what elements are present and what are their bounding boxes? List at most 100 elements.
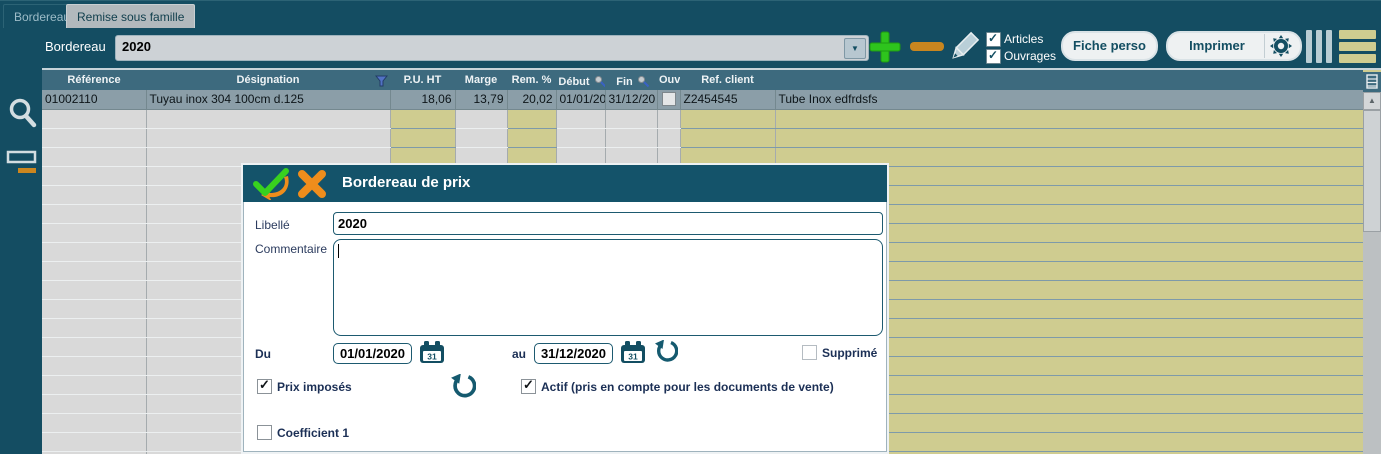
col-header-fin[interactable]: Fin xyxy=(605,70,657,90)
cell-reference[interactable]: 01002110 xyxy=(42,90,146,109)
dialog-header[interactable]: Bordereau de prix xyxy=(243,165,887,202)
cell-reference xyxy=(42,166,146,185)
panel-minimize-button[interactable] xyxy=(6,150,38,176)
tab-bar: Bordereau Remise sous famille xyxy=(0,0,1381,29)
filter-icon[interactable] xyxy=(375,75,388,88)
edit-button[interactable] xyxy=(946,29,982,65)
cell-reference xyxy=(42,413,146,432)
reset-prix-button[interactable] xyxy=(450,374,476,400)
prix-imposes-checkbox[interactable] xyxy=(257,379,272,394)
validate-button[interactable] xyxy=(253,168,290,200)
cell-ref_client xyxy=(680,109,775,128)
cell-designation xyxy=(146,109,390,128)
du-label: Du xyxy=(255,347,271,361)
bordereau-select[interactable]: 2020 ▼ xyxy=(115,35,869,61)
articles-checkbox[interactable] xyxy=(986,32,1001,47)
cell-reference xyxy=(42,223,146,242)
cell-ouv[interactable] xyxy=(657,90,680,109)
reset-icon xyxy=(450,374,476,400)
cell-marge[interactable]: 13,79 xyxy=(455,90,507,109)
scroll-up-button[interactable]: ▲ xyxy=(1363,92,1381,110)
cell-fin[interactable]: 31/12/20 xyxy=(605,90,657,109)
supprime-checkbox[interactable] xyxy=(802,345,817,360)
col-header-designation[interactable]: Désignation xyxy=(146,70,390,90)
vertical-scrollbar[interactable]: ▲ xyxy=(1363,92,1381,454)
col-header-reference[interactable]: Référence xyxy=(42,70,146,90)
search-pin-icon[interactable] xyxy=(637,75,650,88)
ouvrages-label: Ouvrages xyxy=(1004,49,1056,63)
cell-debut[interactable]: 01/01/20 xyxy=(556,90,605,109)
cell-reference xyxy=(42,356,146,375)
col-header-ouv[interactable]: Ouv. xyxy=(657,70,680,90)
cell-reference xyxy=(42,337,146,356)
cell-fin xyxy=(605,128,657,147)
du-date-input[interactable] xyxy=(333,343,412,364)
au-date-input[interactable] xyxy=(534,343,613,364)
cell-ref_client xyxy=(680,128,775,147)
cell-reference xyxy=(42,204,146,223)
du-calendar-button[interactable]: 31 xyxy=(420,341,444,364)
col-header-debut[interactable]: Début xyxy=(556,70,605,90)
col-header-pu_ht[interactable]: P.U. HT xyxy=(390,70,455,90)
cell-reference xyxy=(42,185,146,204)
imprimer-button[interactable]: Imprimer xyxy=(1166,31,1302,61)
libelle-input[interactable] xyxy=(333,212,883,235)
svg-text:31: 31 xyxy=(628,352,638,362)
application-window: Bordereau Remise sous famille Bordereau … xyxy=(0,0,1381,454)
col-header-ref_client[interactable]: Ref. client xyxy=(680,70,775,90)
selected-table-row: 01002110Tuyau inox 304 100cm d.12518,061… xyxy=(42,90,1363,109)
scrollbar-thumb[interactable] xyxy=(1363,110,1381,232)
search-pin-icon[interactable] xyxy=(594,75,605,88)
cell-reference xyxy=(42,109,146,128)
calendar-icon: 31 xyxy=(621,341,645,364)
fiche-perso-button[interactable]: Fiche perso xyxy=(1061,31,1158,61)
cell-designation2[interactable]: Tube Inox edfrdsfs xyxy=(775,90,1363,109)
cell-reference xyxy=(42,261,146,280)
au-calendar-button[interactable]: 31 xyxy=(621,341,645,364)
actif-label: Actif (pris en compte pour les documents… xyxy=(541,380,834,394)
pencil-icon xyxy=(946,29,982,65)
columns-view-button[interactable] xyxy=(1306,30,1338,63)
articles-label: Articles xyxy=(1004,32,1043,46)
panel-minimize-icon xyxy=(6,150,38,176)
commentaire-textarea[interactable] xyxy=(333,239,883,336)
cell-rem[interactable]: 20,02 xyxy=(507,90,556,109)
coefficient-checkbox[interactable] xyxy=(257,425,272,440)
cell-reference xyxy=(42,318,146,337)
bordereau-select-value: 2020 xyxy=(122,39,151,54)
cell-designation[interactable]: Tuyau inox 304 100cm d.125 xyxy=(146,90,390,109)
cell-fin xyxy=(605,109,657,128)
commentaire-label: Commentaire xyxy=(255,242,327,256)
close-icon xyxy=(297,169,327,199)
cell-reference xyxy=(42,394,146,413)
dialog-body: Libellé Commentaire Du 31 au xyxy=(243,202,887,452)
cell-reference xyxy=(42,128,146,147)
col-header-marge[interactable]: Marge xyxy=(455,70,507,90)
cancel-button[interactable] xyxy=(297,169,327,199)
chevron-down-icon[interactable]: ▼ xyxy=(844,38,866,59)
text-caret xyxy=(338,244,339,258)
remove-button[interactable] xyxy=(910,42,944,51)
ouvrages-checkbox[interactable] xyxy=(986,49,1001,64)
toolbar: Bordereau 2020 ▼ Articles Ouv xyxy=(0,28,1381,66)
cell-ouv xyxy=(657,109,680,128)
au-label: au xyxy=(512,347,526,361)
print-settings-button[interactable] xyxy=(1264,34,1297,58)
rows-view-button[interactable] xyxy=(1339,30,1376,63)
cell-reference xyxy=(42,299,146,318)
table-corner-button[interactable] xyxy=(1363,72,1381,92)
tab-remise-sous-famille[interactable]: Remise sous famille xyxy=(66,4,195,30)
cell-ref_client[interactable]: Z2454545 xyxy=(680,90,775,109)
col-header-rem[interactable]: Rem. % xyxy=(507,70,556,90)
cell-marge xyxy=(455,128,507,147)
reset-dates-button[interactable] xyxy=(654,340,678,364)
actif-checkbox[interactable] xyxy=(521,379,536,394)
cell-pu_ht xyxy=(390,128,455,147)
ouv-checkbox[interactable] xyxy=(662,92,676,106)
add-button[interactable] xyxy=(868,30,902,64)
search-button[interactable] xyxy=(5,96,39,134)
col-header-designation2[interactable] xyxy=(775,70,1363,90)
table-row xyxy=(42,109,1363,128)
cell-pu_ht[interactable]: 18,06 xyxy=(390,90,455,109)
cell-ouv xyxy=(657,128,680,147)
